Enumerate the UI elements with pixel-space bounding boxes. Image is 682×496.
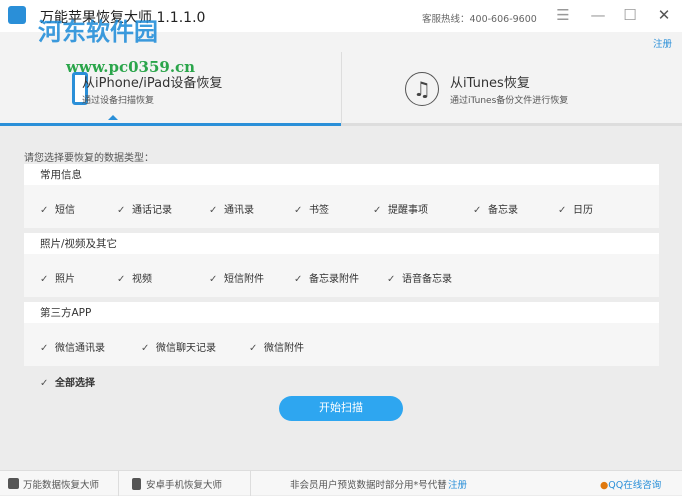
section-common: 常用信息 ✓ 短信 ✓ 通话记录 ✓ 通讯录 ✓ 书签 ✓ 提醒事项 ✓ 备忘录 ✓ 日历 (24, 164, 659, 228)
check-icon: ✓ (141, 343, 150, 354)
member-notice: 非会员用户预览数据时部分用*号代替 (290, 480, 447, 491)
section-title: 照片/视频及其它 (24, 233, 659, 254)
start-scan-button[interactable]: 开始扫描 (279, 396, 403, 421)
checkbox-label: 微信通讯录 (55, 343, 105, 354)
hotline: 客服热线：400-606-9600 (422, 14, 537, 25)
divider (250, 471, 251, 496)
link-label: 万能数据恢复大师 (23, 480, 100, 491)
minimize-icon[interactable]: — (588, 6, 608, 24)
checkbox-label: 微信附件 (264, 343, 304, 354)
checkbox-wechat-chats[interactable]: ✓ 微信聊天记录 (141, 339, 216, 354)
active-tab-indicator (108, 115, 118, 120)
checkbox-label: 备忘录 (488, 205, 518, 216)
link-label: QQ在线咨询 (608, 480, 662, 491)
checkbox-calendar[interactable]: ✓ 日历 (558, 201, 593, 216)
check-icon: ✓ (473, 205, 482, 216)
data-recovery-icon (8, 478, 19, 489)
checkbox-sms-attachments[interactable]: ✓ 短信附件 (209, 270, 264, 285)
checkbox-label: 短信附件 (224, 274, 264, 285)
checkbox-label: 通话记录 (132, 205, 172, 216)
section-title: 常用信息 (24, 164, 659, 185)
close-icon[interactable]: ✕ (654, 6, 674, 24)
section-media: 照片/视频及其它 ✓ 照片 ✓ 视频 ✓ 短信附件 ✓ 备忘录附件 ✓ 语音备忘录 (24, 233, 659, 297)
check-icon: ✓ (387, 274, 396, 285)
tab-itunes-recovery[interactable]: ♫ 从iTunes恢复 通过iTunes备份文件进行恢复 (341, 52, 682, 123)
checkbox-select-all[interactable]: ✓ 全部选择 (40, 374, 95, 389)
divider (118, 471, 119, 496)
qq-consult-link[interactable]: ●QQ在线咨询 (600, 477, 661, 491)
data-recovery-link[interactable]: 万能数据恢复大师 (8, 477, 99, 491)
checkbox-contacts[interactable]: ✓ 通讯录 (209, 201, 254, 216)
checkbox-label: 书签 (309, 205, 329, 216)
check-icon: ✓ (294, 205, 303, 216)
checkbox-label: 日历 (573, 205, 593, 216)
maximize-icon[interactable]: ☐ (620, 6, 640, 24)
checkbox-label: 照片 (55, 274, 75, 285)
checkbox-label: 视频 (132, 274, 152, 285)
music-note-icon: ♫ (405, 72, 439, 106)
checkbox-note-attachments[interactable]: ✓ 备忘录附件 (294, 270, 359, 285)
check-icon: ✓ (294, 274, 303, 285)
checkbox-bookmarks[interactable]: ✓ 书签 (294, 201, 329, 216)
watermark-url: www.pc0359.cn (66, 58, 196, 76)
register-link[interactable]: 注册 (653, 36, 672, 50)
checkbox-notes[interactable]: ✓ 备忘录 (473, 201, 518, 216)
watermark: 河东软件园 (38, 17, 158, 46)
menu-icon[interactable]: ☰ (553, 6, 573, 24)
tab-subtitle: 通过iTunes备份文件进行恢复 (450, 96, 569, 106)
checkbox-photos[interactable]: ✓ 照片 (40, 270, 75, 285)
checkbox-label: 备忘录附件 (309, 274, 359, 285)
check-icon: ✓ (249, 343, 258, 354)
footer-register-link[interactable]: 注册 (448, 477, 467, 491)
check-icon: ✓ (117, 274, 126, 285)
check-icon: ✓ (117, 205, 126, 216)
prompt-label: 请您选择要恢复的数据类型： (24, 153, 154, 164)
check-icon: ✓ (209, 274, 218, 285)
section-third-party: 第三方APP ✓ 微信通讯录 ✓ 微信聊天记录 ✓ 微信附件 (24, 302, 659, 366)
check-icon: ✓ (40, 205, 49, 216)
checkbox-label: 短信 (55, 205, 75, 216)
check-icon: ✓ (40, 274, 49, 285)
checkbox-label: 微信聊天记录 (156, 343, 216, 354)
checkbox-voice-memos[interactable]: ✓ 语音备忘录 (387, 270, 452, 285)
check-icon: ✓ (209, 205, 218, 216)
checkbox-reminders[interactable]: ✓ 提醒事项 (373, 201, 428, 216)
checkbox-label: 全部选择 (55, 378, 95, 389)
check-icon: ✓ (558, 205, 567, 216)
android-phone-icon (132, 478, 141, 490)
section-title: 第三方APP (24, 302, 659, 323)
link-label: 安卓手机恢复大师 (146, 480, 223, 491)
checkbox-call-log[interactable]: ✓ 通话记录 (117, 201, 172, 216)
tab-subtitle: 通过设备扫描恢复 (82, 96, 155, 106)
checkbox-label: 通讯录 (224, 205, 254, 216)
checkbox-wechat-attachments[interactable]: ✓ 微信附件 (249, 339, 304, 354)
check-icon: ✓ (40, 378, 49, 389)
checkbox-label: 提醒事项 (388, 205, 428, 216)
android-recovery-link[interactable]: 安卓手机恢复大师 (132, 477, 222, 491)
check-icon: ✓ (40, 343, 49, 354)
check-icon: ✓ (373, 205, 382, 216)
footer: 万能数据恢复大师 安卓手机恢复大师 非会员用户预览数据时部分用*号代替 注册 ●… (0, 470, 682, 496)
apple-icon (8, 6, 26, 24)
checkbox-wechat-contacts[interactable]: ✓ 微信通讯录 (40, 339, 105, 354)
checkbox-label: 语音备忘录 (402, 274, 452, 285)
checkbox-sms[interactable]: ✓ 短信 (40, 201, 75, 216)
checkbox-videos[interactable]: ✓ 视频 (117, 270, 152, 285)
tab-title: 从iTunes恢复 (450, 76, 530, 91)
